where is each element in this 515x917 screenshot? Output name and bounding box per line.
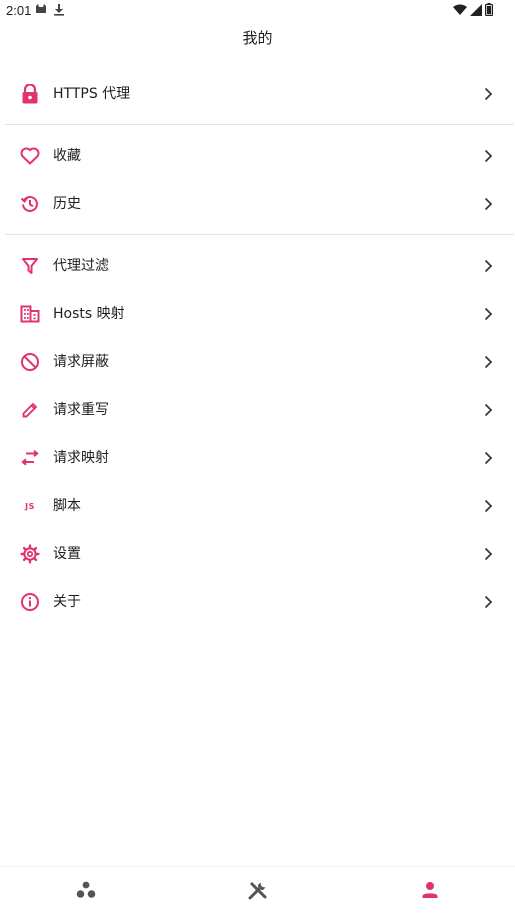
gear-icon: [18, 542, 42, 566]
menu-item-history[interactable]: 历史: [0, 180, 515, 228]
status-right-icons: [453, 3, 493, 16]
signal-icon: [470, 3, 482, 16]
menu-item-label: 请求重写: [53, 402, 109, 418]
tab-network[interactable]: [0, 867, 171, 917]
js-icon-text: JS: [25, 501, 35, 511]
cat-notification-icon: [35, 3, 47, 16]
menu-item-label: 关于: [53, 594, 81, 610]
js-icon: JS: [18, 494, 42, 518]
menu-item-label: 脚本: [53, 498, 81, 514]
chevron-right-icon: [478, 400, 498, 420]
info-icon: [18, 590, 42, 614]
divider: [5, 124, 514, 125]
menu-item-label: HTTPS 代理: [53, 86, 131, 102]
history-icon: [18, 192, 42, 216]
heart-icon: [18, 144, 42, 168]
status-time: 2:01: [6, 3, 32, 18]
menu-item-request-mapping[interactable]: 请求映射: [0, 434, 515, 482]
menu-item-request-block[interactable]: 请求屏蔽: [0, 338, 515, 386]
tab-toolbox[interactable]: [172, 867, 343, 917]
divider: [5, 234, 514, 235]
chevron-right-icon: [478, 146, 498, 166]
pencil-icon: [18, 398, 42, 422]
chevron-right-icon: [478, 592, 498, 612]
battery-icon: [485, 3, 493, 16]
menu-item-request-rewrite[interactable]: 请求重写: [0, 386, 515, 434]
domain-icon: [18, 302, 42, 326]
chevron-right-icon: [478, 84, 498, 104]
page-title: 我的: [242, 29, 273, 47]
tools-icon: [247, 879, 269, 905]
menu-item-label: 请求映射: [53, 450, 109, 466]
swap-icon: [18, 446, 42, 470]
chevron-right-icon: [478, 448, 498, 468]
chevron-right-icon: [478, 256, 498, 276]
menu-item-label: 设置: [53, 546, 81, 562]
menu-item-label: 代理过滤: [53, 258, 109, 274]
person-icon: [420, 880, 440, 904]
menu-item-script[interactable]: JS 脚本: [0, 482, 515, 530]
menu-item-https-proxy[interactable]: HTTPS 代理: [0, 70, 515, 118]
bottom-nav: [0, 866, 515, 917]
bubbles-icon: [75, 880, 97, 904]
chevron-right-icon: [478, 496, 498, 516]
menu-item-hosts-mapping[interactable]: Hosts 映射: [0, 290, 515, 338]
menu-item-label: 请求屏蔽: [53, 354, 109, 370]
menu-item-label: 收藏: [53, 148, 81, 164]
menu-item-settings[interactable]: 设置: [0, 530, 515, 578]
wifi-icon: [453, 4, 467, 16]
chevron-right-icon: [478, 352, 498, 372]
status-left-icons: [35, 3, 65, 16]
lock-icon: [18, 82, 42, 106]
chevron-right-icon: [478, 544, 498, 564]
menu-item-label: Hosts 映射: [53, 306, 125, 322]
status-bar: 2:01: [0, 0, 515, 22]
menu-item-label: 历史: [53, 196, 81, 212]
filter-icon: [18, 254, 42, 278]
menu-item-proxy-filter[interactable]: 代理过滤: [0, 242, 515, 290]
block-icon: [18, 350, 42, 374]
menu-item-about[interactable]: 关于: [0, 578, 515, 626]
tab-mine[interactable]: [344, 867, 515, 917]
menu-item-favorites[interactable]: 收藏: [0, 132, 515, 180]
download-icon: [53, 3, 65, 16]
chevron-right-icon: [478, 304, 498, 324]
chevron-right-icon: [478, 194, 498, 214]
